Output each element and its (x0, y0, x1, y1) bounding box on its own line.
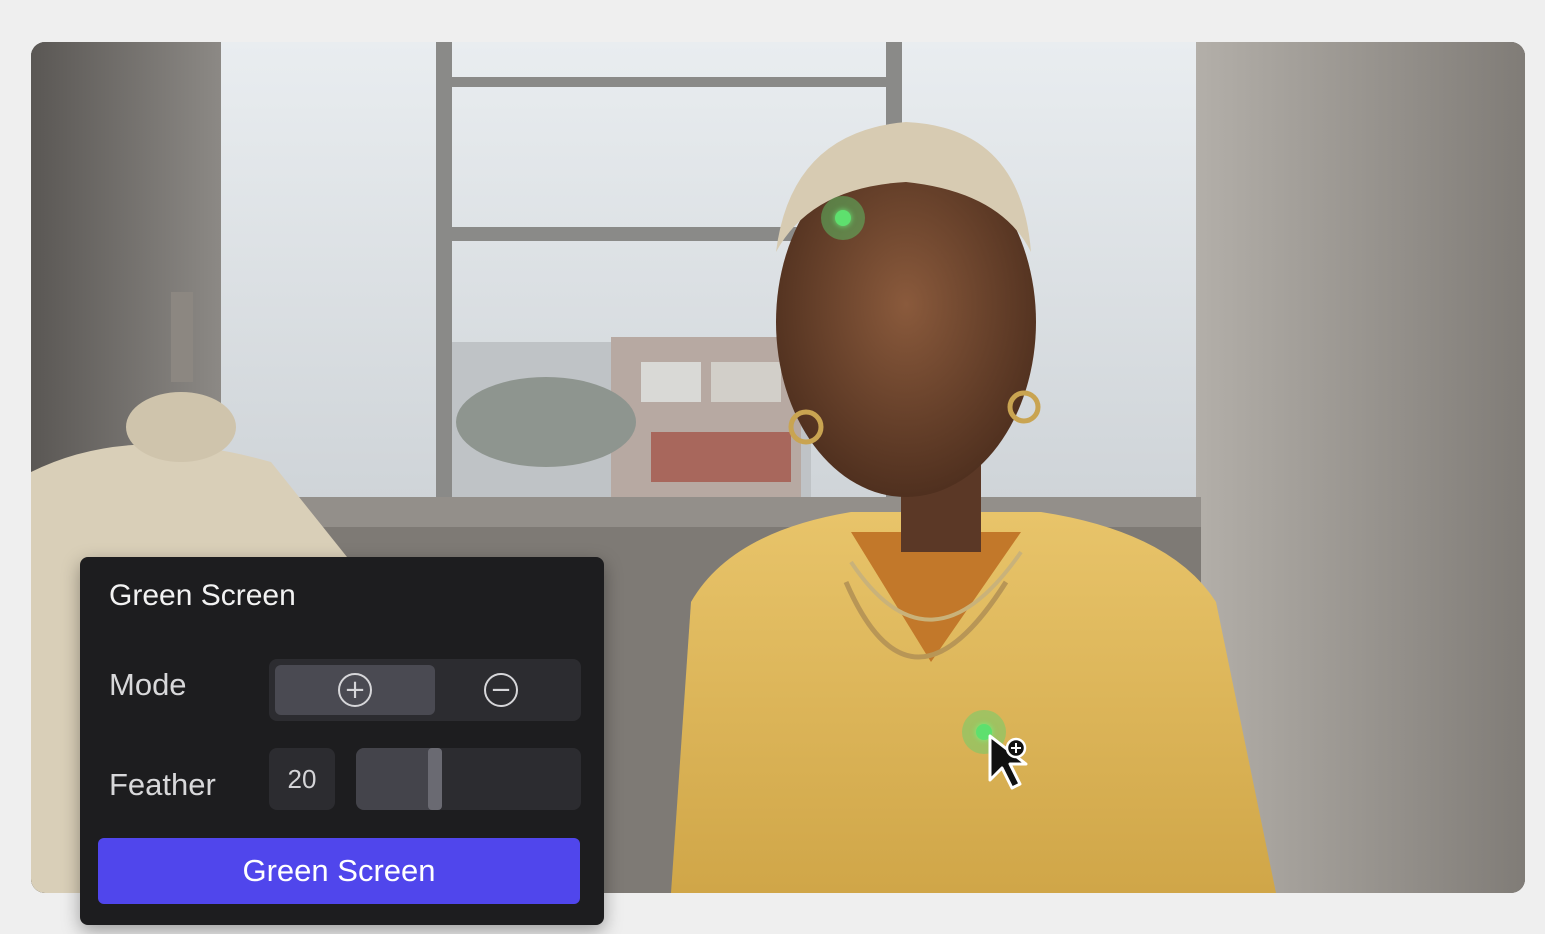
feather-label: Feather (109, 767, 216, 802)
feather-slider-thumb[interactable] (428, 748, 442, 810)
panel-title: Green Screen (109, 579, 296, 612)
mode-label: Mode (109, 667, 187, 702)
stage: Green Screen Mode + − Feather 20 Green S… (0, 0, 1545, 934)
minus-circle-icon: − (484, 673, 518, 707)
green-screen-button[interactable]: Green Screen (98, 838, 580, 904)
mode-subtract-button[interactable]: − (421, 665, 581, 715)
feather-slider[interactable] (356, 748, 581, 810)
tracking-point-head[interactable] (821, 196, 865, 240)
mode-segmented-control: + − (269, 659, 581, 721)
feather-value-field[interactable]: 20 (269, 748, 335, 810)
pointer-add-icon (988, 734, 1028, 790)
mode-add-button[interactable]: + (275, 665, 435, 715)
green-screen-panel: Green Screen Mode + − Feather 20 Green S… (80, 557, 604, 925)
tracking-point-core (835, 210, 851, 226)
feather-slider-fill (356, 748, 435, 810)
plus-circle-icon: + (338, 673, 372, 707)
